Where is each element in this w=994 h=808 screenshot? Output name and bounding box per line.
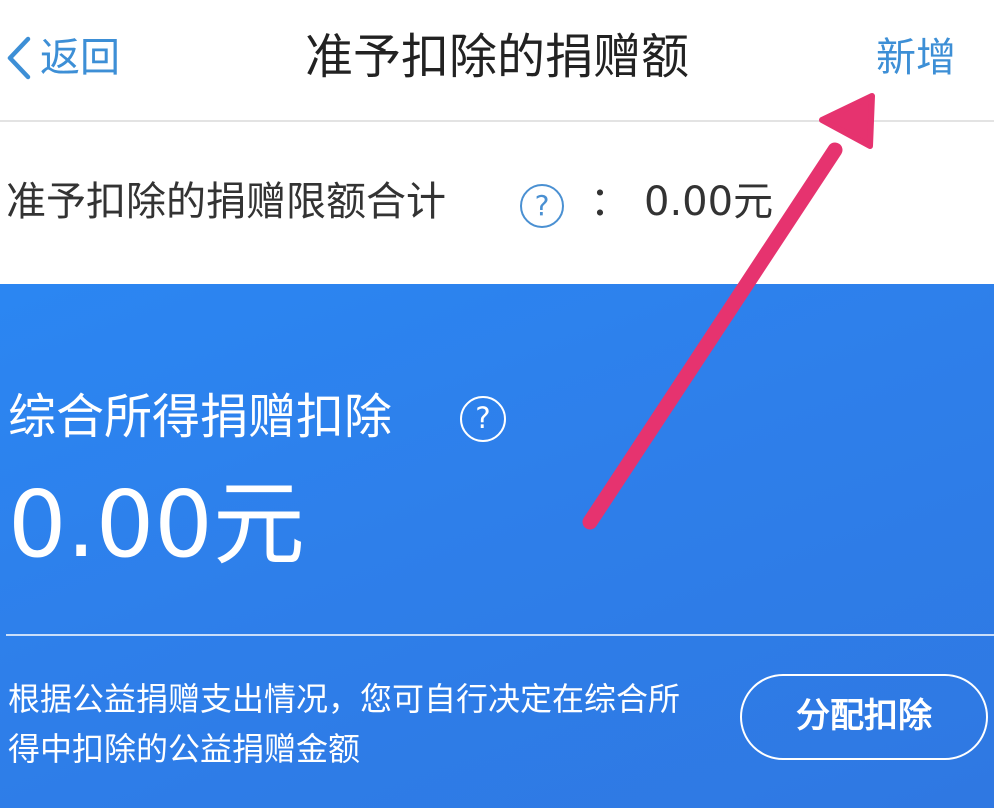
deduction-card: 综合所得捐赠扣除 ? 0.00元 根据公益捐赠支出情况，您可自行决定在综合所得中… — [0, 284, 994, 808]
page-title: 准予扣除的捐赠额 — [304, 29, 689, 85]
add-button[interactable]: 新增 — [876, 28, 956, 88]
deduction-amount: 0.00元 — [8, 471, 305, 578]
limit-value: 0.00元 — [644, 179, 774, 225]
card-description: 根据公益捐赠支出情况，您可自行决定在综合所得中扣除的公益捐赠金额 — [8, 680, 681, 768]
limit-label: 准予扣除的捐赠限额合计 — [6, 179, 446, 225]
allocate-deduction-button[interactable]: 分配扣除 — [740, 674, 988, 760]
limit-colon: ： — [590, 179, 630, 225]
divider — [6, 634, 994, 636]
question-circle-icon[interactable]: ? — [520, 184, 564, 228]
limit-row: 准予扣除的捐赠限额合计 ? ： 0.00元 — [0, 122, 994, 284]
question-circle-icon[interactable]: ? — [460, 396, 506, 442]
card-title: 综合所得捐赠扣除 — [8, 389, 393, 445]
nav-bar: 返回 准予扣除的捐赠额 新增 — [0, 0, 994, 122]
